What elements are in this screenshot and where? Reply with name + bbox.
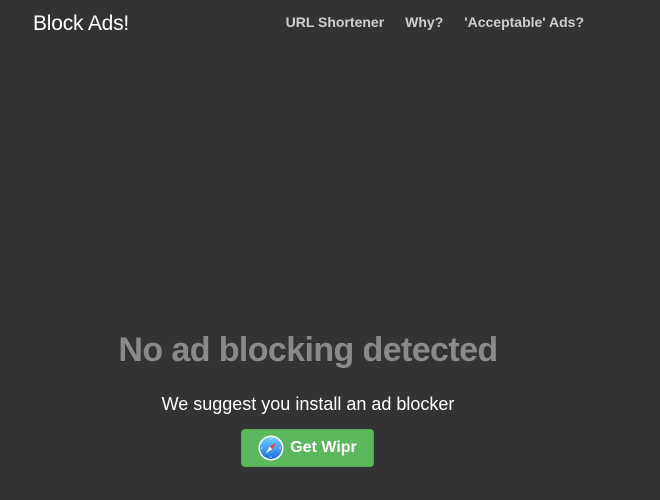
hero-subtitle: We suggest you install an ad blocker — [161, 394, 455, 414]
get-wipr-button[interactable]: Get Wipr — [241, 429, 374, 467]
nav-link-why[interactable]: Why? — [405, 14, 443, 30]
brand-logo-link[interactable]: Block Ads! — [33, 12, 129, 36]
top-nav: URL Shortener Why? 'Acceptable' Ads? — [286, 14, 584, 30]
get-wipr-label: Get Wipr — [290, 439, 357, 456]
safari-compass-icon — [258, 435, 284, 461]
nav-link-acceptable-ads[interactable]: 'Acceptable' Ads? — [464, 14, 584, 30]
nav-link-url-shortener[interactable]: URL Shortener — [286, 14, 385, 30]
hero-title: No ad blocking detected — [118, 331, 498, 369]
